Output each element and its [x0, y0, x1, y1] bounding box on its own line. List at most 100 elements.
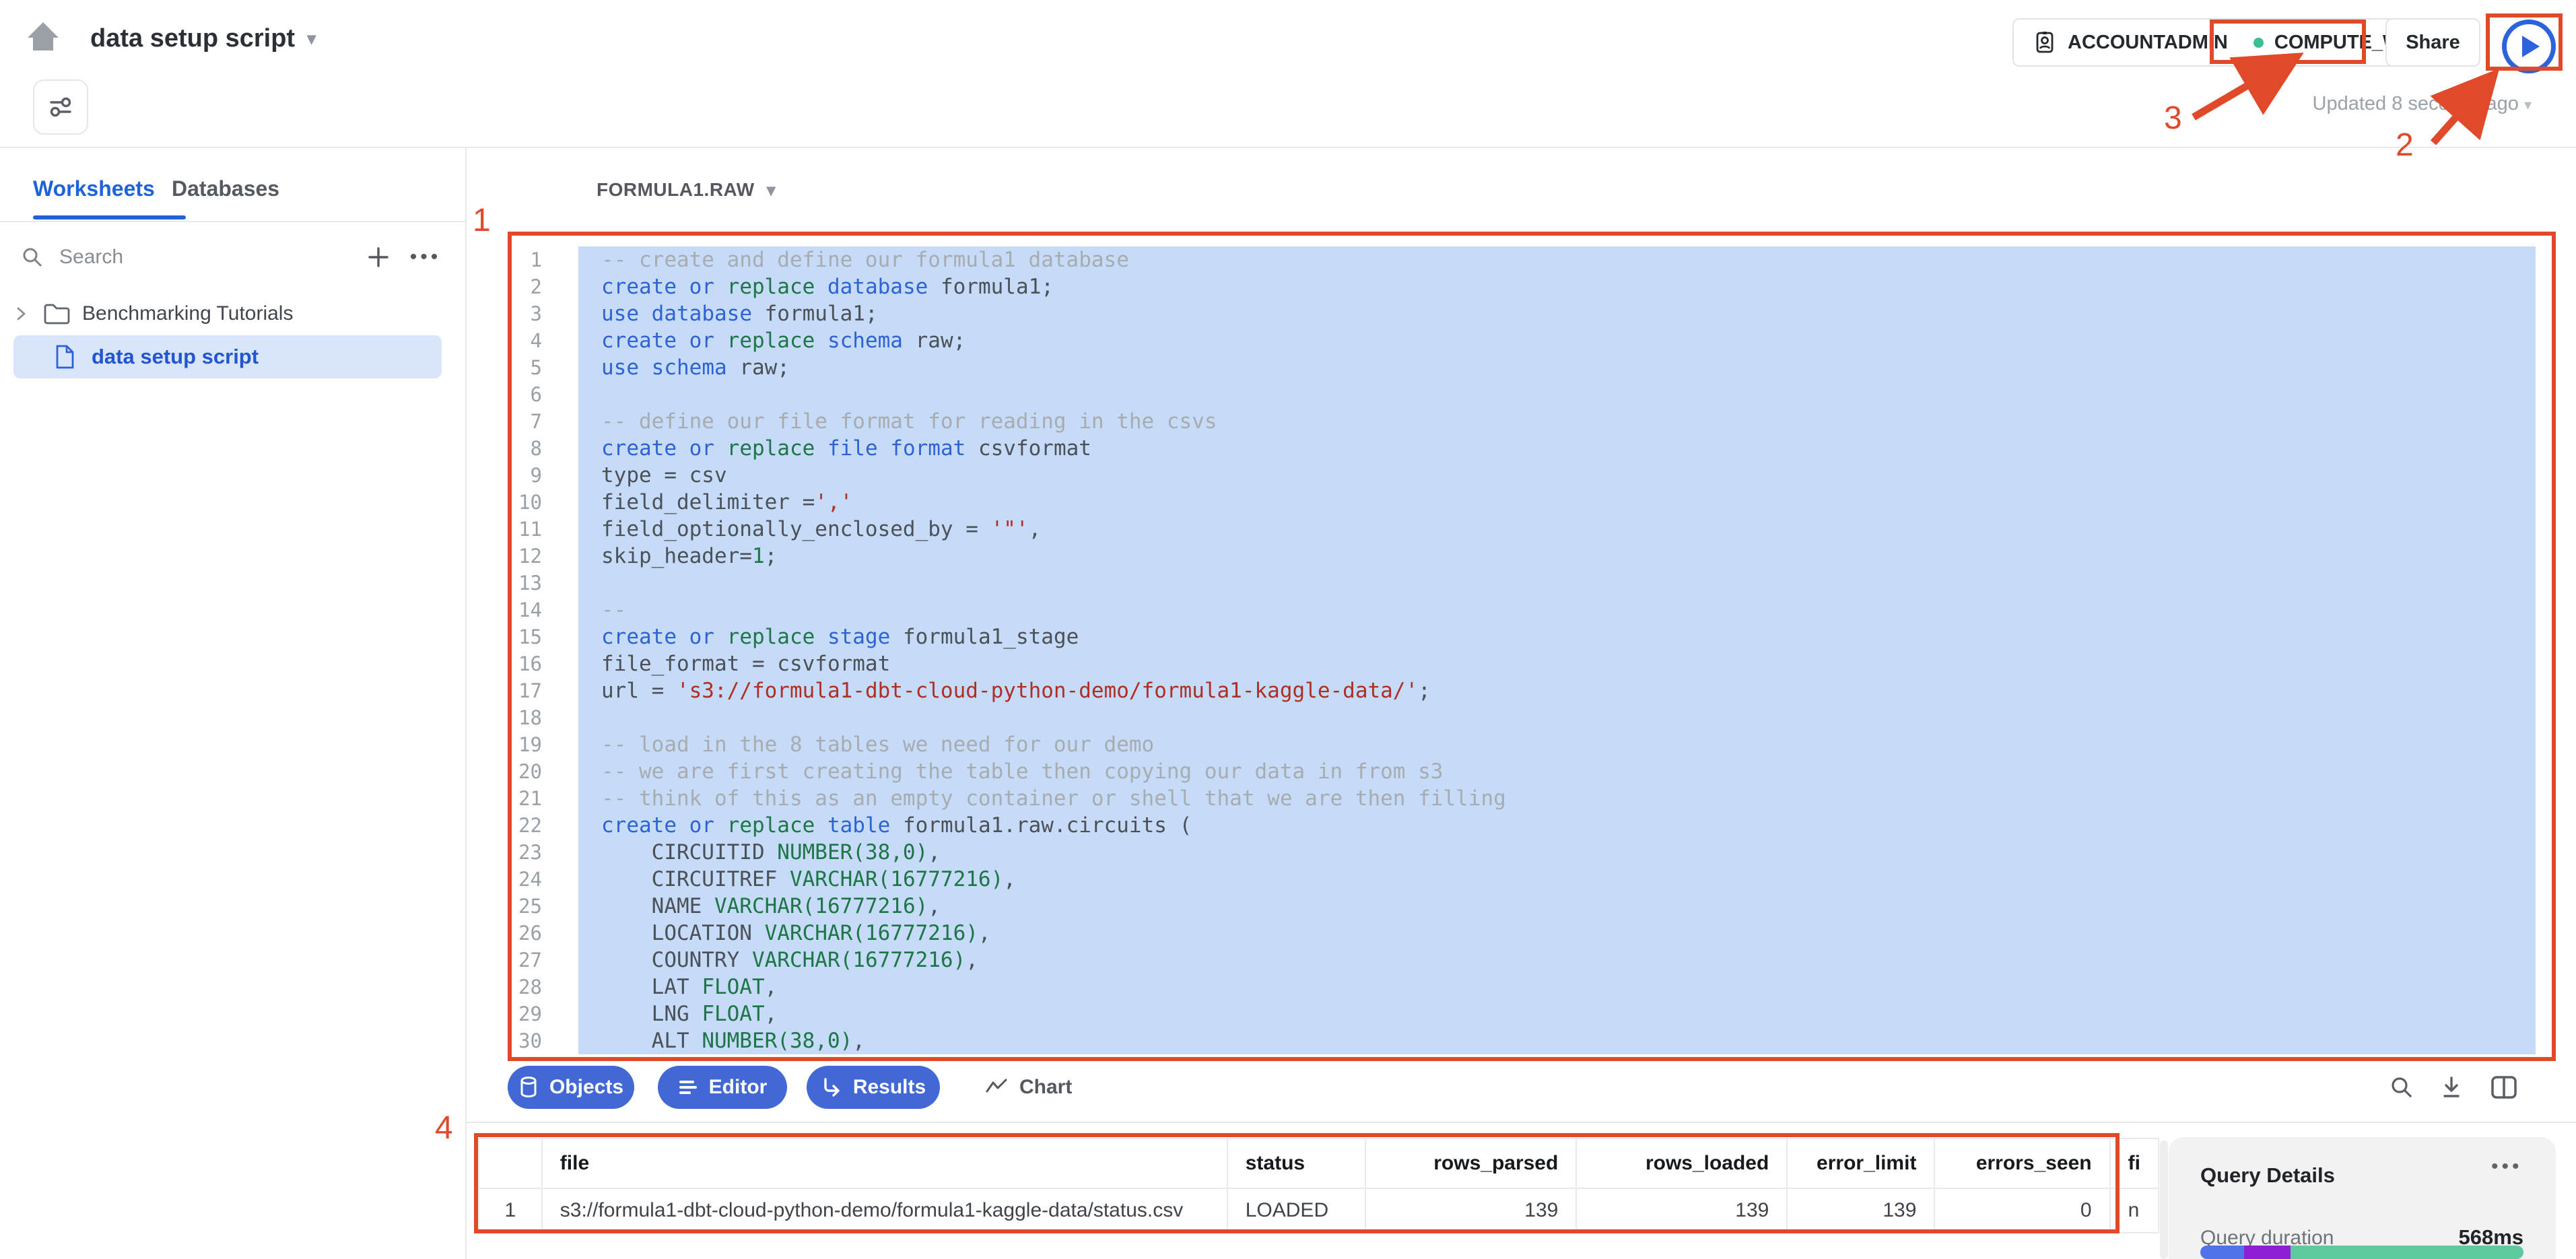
line-number: 27	[508, 947, 542, 974]
home-icon	[24, 18, 62, 55]
code-text: CIRCUITREF VARCHAR(16777216),	[578, 866, 2536, 893]
code-line[interactable]: 28 LAT FLOAT,	[508, 974, 2536, 1000]
updated-text: Updated 8 seconds ago	[2313, 93, 2519, 114]
code-line[interactable]: 12 skip_header=1;	[508, 543, 2536, 570]
new-worksheet-button[interactable]	[361, 240, 396, 275]
table-scrollbar[interactable]	[2160, 1141, 2168, 1259]
code-line[interactable]: 26 LOCATION VARCHAR(16777216),	[508, 920, 2536, 947]
results-table: filestatusrows_parsedrows_loadederror_li…	[478, 1138, 2159, 1233]
code-text: skip_header=1;	[578, 543, 2536, 570]
split-layout-button[interactable]	[2486, 1069, 2522, 1105]
code-text: create or replace schema raw;	[578, 327, 2536, 354]
code-line[interactable]: 4create or replace schema raw;	[508, 327, 2536, 354]
tab-databases[interactable]: Databases	[172, 176, 279, 201]
home-button[interactable]	[24, 18, 62, 55]
code-line[interactable]: 19-- load in the 8 tables we need for ou…	[508, 731, 2536, 758]
code-text	[578, 570, 2536, 597]
line-number: 1	[508, 246, 542, 273]
cell-fi[interactable]: n	[2110, 1188, 2159, 1233]
worksheet-title-text: data setup script	[90, 24, 295, 53]
code-line[interactable]: 16file_format = csvformat	[508, 650, 2536, 677]
chevron-down-icon: ▾	[767, 180, 776, 201]
line-number: 12	[508, 543, 542, 570]
query-details-menu-button[interactable]: •••	[2491, 1155, 2523, 1178]
code-line[interactable]: 22 create or replace table formula1.raw.c…	[508, 812, 2536, 839]
line-number: 11	[508, 516, 542, 543]
code-line[interactable]: 23 CIRCUITID NUMBER(38,0),	[508, 839, 2536, 866]
code-line[interactable]: 2create or replace database formula1;	[508, 273, 2536, 300]
session-context-pill[interactable]: ACCOUNTADMIN COMPUTE_WH	[2012, 18, 2435, 67]
column-header-rows_parsed[interactable]: rows_parsed	[1365, 1138, 1576, 1188]
column-header-error_limit[interactable]: error_limit	[1787, 1138, 1934, 1188]
updated-status[interactable]: Updated 8 seconds ago ▾	[1953, 93, 2532, 115]
code-line[interactable]: 11field_optionally_enclosed_by = '"',	[508, 516, 2536, 543]
cell-status[interactable]: LOADED	[1227, 1188, 1366, 1233]
code-line[interactable]: 3use database formula1;	[508, 300, 2536, 327]
results-button[interactable]: Results	[807, 1066, 940, 1109]
tab-worksheets[interactable]: Worksheets	[33, 176, 155, 201]
sidebar-item-worksheet-selected[interactable]: data setup script	[13, 335, 442, 378]
column-header-fi[interactable]: fi	[2110, 1138, 2159, 1188]
search-input[interactable]: Search	[20, 237, 303, 277]
line-number: 30	[508, 1027, 542, 1054]
cell-file[interactable]: s3://formula1-dbt-cloud-python-demo/form…	[542, 1188, 1227, 1233]
download-icon	[2438, 1074, 2465, 1101]
play-icon	[2522, 36, 2540, 57]
worksheet-label: data setup script	[92, 345, 259, 369]
run-button[interactable]	[2502, 20, 2556, 73]
code-text: -- load in the 8 tables we need for our …	[578, 731, 2536, 758]
table-row[interactable]: 1s3://formula1-dbt-cloud-python-demo/for…	[479, 1188, 2159, 1233]
code-line[interactable]: 29 LNG FLOAT,	[508, 1000, 2536, 1027]
sidebar-item-folder[interactable]: Benchmarking Tutorials	[12, 295, 456, 333]
code-line[interactable]: 27 COUNTRY VARCHAR(16777216),	[508, 947, 2536, 974]
cell-errors_seen[interactable]: 0	[1934, 1188, 2109, 1233]
database-schema-selector[interactable]: FORMULA1.RAW ▾	[597, 179, 776, 201]
code-line[interactable]: 21-- think of this as an empty container…	[508, 785, 2536, 812]
code-line[interactable]: 7-- define our file format for reading i…	[508, 408, 2536, 435]
column-header-status[interactable]: status	[1227, 1138, 1366, 1188]
column-header[interactable]	[479, 1138, 542, 1188]
editor-button[interactable]: Editor	[658, 1066, 787, 1109]
code-line[interactable]: 25 NAME VARCHAR(16777216),	[508, 893, 2536, 920]
column-header-rows_loaded[interactable]: rows_loaded	[1576, 1138, 1787, 1188]
code-line[interactable]: 20-- we are first creating the table the…	[508, 758, 2536, 785]
line-number: 6	[508, 381, 542, 408]
line-number: 22	[508, 812, 542, 839]
chart-toggle[interactable]: Chart	[984, 1066, 1072, 1109]
share-label: Share	[2406, 32, 2460, 54]
worksheet-title[interactable]: data setup script ▾	[90, 24, 316, 53]
sidebar-menu-button[interactable]: •••	[405, 240, 446, 275]
return-arrow-icon	[821, 1077, 842, 1098]
code-line[interactable]: 6	[508, 381, 2536, 408]
sql-editor[interactable]: 1-- create and define our formula1 datab…	[508, 246, 2536, 1054]
code-line[interactable]: 8create or replace file format csvformat	[508, 435, 2536, 462]
code-line[interactable]: 30 ALT NUMBER(38,0),	[508, 1027, 2536, 1054]
cell-error_limit[interactable]: 139	[1787, 1188, 1934, 1233]
code-text: create or replace table formula1.raw.cir…	[578, 812, 2536, 839]
cell-rows_loaded[interactable]: 139	[1576, 1188, 1787, 1233]
duration-bar-segment	[2244, 1246, 2291, 1259]
code-text: create or replace file format csvformat	[578, 435, 2536, 462]
column-header-errors_seen[interactable]: errors_seen	[1934, 1138, 2109, 1188]
results-table-container[interactable]: filestatusrows_parsedrows_loadederror_li…	[478, 1138, 2159, 1233]
share-button[interactable]: Share	[2385, 18, 2480, 67]
code-line[interactable]: 17url = 's3://formula1-dbt-cloud-python-…	[508, 677, 2536, 704]
code-text: LOCATION VARCHAR(16777216),	[578, 920, 2536, 947]
code-line[interactable]: 5use schema raw;	[508, 354, 2536, 381]
objects-button[interactable]: Objects	[508, 1066, 634, 1109]
chevron-down-icon: ▾	[2524, 96, 2532, 113]
column-header-file[interactable]: file	[542, 1138, 1227, 1188]
code-line[interactable]: 24 CIRCUITREF VARCHAR(16777216),	[508, 866, 2536, 893]
code-line[interactable]: 15create or replace stage formula1_stage	[508, 623, 2536, 650]
cell-rows_parsed[interactable]: 139	[1365, 1188, 1576, 1233]
code-line[interactable]: 14--	[508, 597, 2536, 623]
search-results-button[interactable]	[2383, 1069, 2420, 1105]
code-line[interactable]: 1-- create and define our formula1 datab…	[508, 246, 2536, 273]
code-line[interactable]: 13	[508, 570, 2536, 597]
download-results-button[interactable]	[2433, 1069, 2470, 1105]
code-line[interactable]: 9type = csv	[508, 462, 2536, 489]
code-line[interactable]: 18	[508, 704, 2536, 731]
code-line[interactable]: 10field_delimiter =','	[508, 489, 2536, 516]
objects-label: Objects	[549, 1076, 623, 1099]
filter-button[interactable]	[33, 79, 88, 135]
